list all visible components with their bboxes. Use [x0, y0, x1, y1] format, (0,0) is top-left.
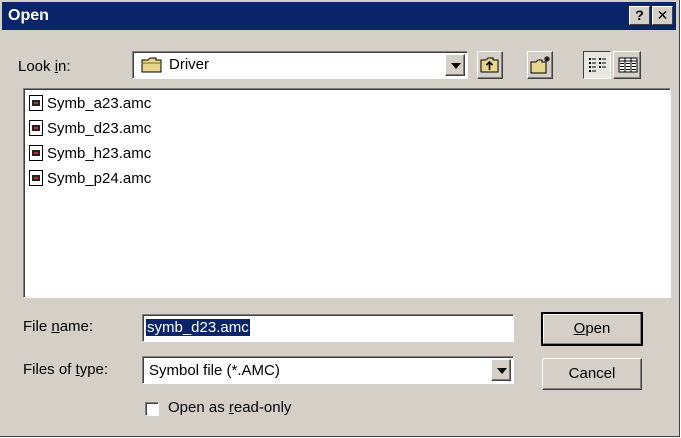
list-view-icon — [589, 58, 606, 72]
list-item[interactable]: Symb_h23.amc — [29, 142, 151, 164]
cancel-button[interactable]: Cancel — [542, 358, 642, 390]
up-one-level-button[interactable] — [477, 51, 503, 79]
open-dialog: Open ? ✕ Look in: Driver Symb_a23.amc Sy… — [0, 0, 680, 437]
file-name: Symb_h23.amc — [47, 144, 152, 162]
read-only-label[interactable]: Open as read-only — [168, 399, 291, 416]
up-folder-icon — [480, 57, 499, 73]
look-in-label: Look in: — [18, 58, 71, 75]
help-button[interactable]: ? — [629, 6, 650, 25]
file-name: Symb_p24.amc — [47, 169, 152, 187]
open-button[interactable]: Open — [541, 312, 643, 346]
look-in-dropdown-arrow[interactable] — [445, 54, 465, 76]
file-type-value: Symbol file (*.AMC) — [149, 362, 280, 379]
amc-file-icon — [29, 170, 43, 186]
look-in-value: Driver — [169, 56, 209, 73]
file-name: Symb_a23.amc — [47, 94, 152, 112]
read-only-checkbox[interactable] — [145, 402, 159, 416]
folder-icon — [141, 57, 162, 73]
close-button[interactable]: ✕ — [652, 6, 673, 25]
list-view-button[interactable] — [583, 51, 611, 79]
file-name-value: symb_d23.amc — [146, 319, 250, 336]
file-type-label: Files of type: — [23, 361, 109, 378]
file-type-dropdown-arrow[interactable] — [491, 359, 511, 381]
list-item[interactable]: Symb_d23.amc — [29, 117, 151, 139]
file-name-label: File name: — [23, 318, 94, 335]
amc-file-icon — [29, 95, 43, 111]
amc-file-icon — [29, 120, 43, 136]
details-view-button[interactable] — [613, 51, 641, 79]
file-name: Symb_d23.amc — [47, 119, 152, 137]
create-new-folder-button[interactable] — [527, 51, 553, 79]
look-in-combo[interactable]: Driver — [132, 51, 468, 79]
file-type-select[interactable]: Symbol file (*.AMC) — [142, 356, 514, 384]
amc-file-icon — [29, 145, 43, 161]
new-folder-icon — [530, 56, 550, 74]
details-view-icon — [618, 57, 638, 73]
file-list[interactable]: Symb_a23.amc Symb_d23.amc Symb_h23.amc S… — [23, 88, 671, 298]
file-name-input[interactable]: symb_d23.amc — [142, 314, 514, 342]
list-item[interactable]: Symb_p24.amc — [29, 167, 151, 189]
list-item[interactable]: Symb_a23.amc — [29, 92, 151, 114]
window-title: Open — [8, 7, 49, 24]
title-bar[interactable]: Open ? ✕ — [2, 2, 676, 30]
